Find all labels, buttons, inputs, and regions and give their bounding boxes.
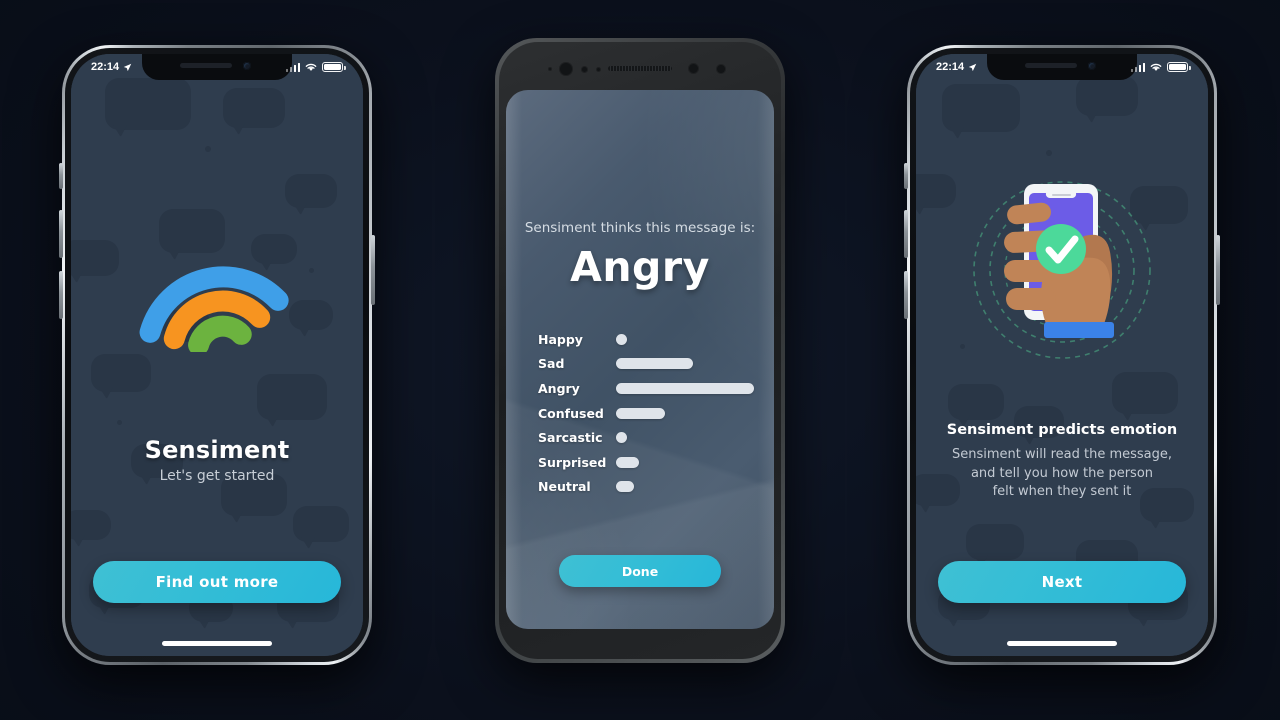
- location-arrow-icon: [968, 63, 977, 71]
- light-sensor-icon: [596, 67, 601, 72]
- status-bar-time: 22:14: [91, 61, 120, 73]
- onboarding-body-line-1: Sensiment will read the message,: [951, 447, 1173, 462]
- phone-left-screen: Sensiment Let's get started Find out mor…: [71, 54, 363, 656]
- phone-right-mute-switch[interactable]: [904, 163, 908, 189]
- front-camera-icon: [559, 62, 573, 76]
- proximity-sensor-icon: [548, 67, 552, 71]
- onboarding-body: Sensiment will read the message, and tel…: [938, 446, 1186, 502]
- phone-left-volume-down-button[interactable]: [59, 271, 63, 319]
- phone-right-volume-down-button[interactable]: [904, 271, 908, 319]
- emotion-score-bar: [616, 333, 627, 345]
- secondary-camera-icon: [688, 63, 699, 74]
- next-button[interactable]: Next: [938, 561, 1186, 603]
- emotion-score-bar: [616, 382, 754, 394]
- onboarding-title: Sensiment predicts emotion: [946, 422, 1178, 438]
- emotion-label: Neutral: [538, 479, 591, 495]
- phone-left-power-button[interactable]: [371, 235, 375, 305]
- screenshot-stage: Sensiment Let's get started Find out mor…: [0, 0, 1280, 720]
- app-onboarding-screen: Sensiment predicts emotion Sensiment wil…: [916, 54, 1208, 656]
- phone-center-sensor-bar: [495, 38, 785, 90]
- phone-left-iphone: Sensiment Let's get started Find out mor…: [59, 45, 375, 665]
- prediction-kicker-text: Sensiment thinks this message is:: [524, 220, 756, 236]
- onboarding-body-line-3: felt when they sent it: [992, 484, 1132, 499]
- sensiment-wifi-arcs-logo: [137, 232, 297, 356]
- emotion-row: Neutral: [538, 475, 754, 500]
- phone-right-status-bar: 22:14: [916, 54, 1208, 80]
- emotion-label: Surprised: [538, 454, 607, 470]
- brand-title: Sensiment: [144, 436, 290, 464]
- phone-right-power-button[interactable]: [1216, 235, 1220, 305]
- earpiece-speaker: [608, 66, 672, 71]
- emotion-row: Sad: [538, 352, 754, 377]
- wifi-icon: [1150, 63, 1162, 71]
- emotion-score-list: Happy Sad Angry Confused Sarcastic Surprised N…: [538, 327, 754, 499]
- phone-right-home-indicator[interactable]: [1007, 641, 1117, 646]
- battery-full-icon: [1167, 62, 1191, 72]
- phone-right-volume-up-button[interactable]: [904, 210, 908, 258]
- done-button[interactable]: Done: [559, 555, 721, 587]
- cellular-signal-icon: [285, 63, 300, 72]
- phone-center-android: Sensiment thinks this message is: Angry …: [495, 38, 785, 663]
- location-arrow-icon: [123, 63, 132, 71]
- find-out-more-button[interactable]: Find out more: [93, 561, 341, 603]
- phone-left-status-bar: 22:14: [71, 54, 363, 80]
- emotion-score-bar: [616, 481, 634, 493]
- emotion-label: Sad: [538, 356, 565, 372]
- phone-left-volume-up-button[interactable]: [59, 210, 63, 258]
- phone-center-screen: Sensiment thinks this message is: Angry …: [506, 90, 774, 629]
- emotion-row: Sarcastic: [538, 425, 754, 450]
- emotion-label: Happy: [538, 331, 583, 347]
- screen-edge-left-highlight: [506, 90, 522, 629]
- hand-holding-phone-with-checkmark-illustration: [962, 174, 1162, 374]
- iris-sensor-icon: [581, 66, 588, 73]
- status-bar-time: 22:14: [936, 61, 965, 73]
- phone-left-mute-switch[interactable]: [59, 163, 63, 189]
- cellular-signal-icon: [1130, 63, 1145, 72]
- predicted-emotion-label: Angry: [570, 243, 710, 291]
- emotion-label: Sarcastic: [538, 430, 603, 446]
- app-welcome-screen: Sensiment Let's get started Find out mor…: [71, 54, 363, 656]
- brand-tagline: Let's get started: [159, 468, 275, 484]
- emotion-row: Angry: [538, 376, 754, 401]
- battery-full-icon: [322, 62, 346, 72]
- emotion-row: Happy: [538, 327, 754, 352]
- phone-right-iphone: Sensiment predicts emotion Sensiment wil…: [904, 45, 1220, 665]
- phone-right-screen: Sensiment predicts emotion Sensiment wil…: [916, 54, 1208, 656]
- emotion-score-bar: [616, 432, 627, 444]
- screen-edge-right-highlight: [758, 90, 774, 629]
- wifi-icon: [305, 63, 317, 71]
- emotion-score-bar: [616, 407, 665, 419]
- led-indicator-icon: [716, 64, 726, 74]
- onboarding-body-line-2: and tell you how the person: [970, 465, 1154, 481]
- emotion-score-bar: [616, 456, 639, 468]
- emotion-row: Surprised: [538, 450, 754, 475]
- emotion-row: Confused: [538, 401, 754, 426]
- phone-left-home-indicator[interactable]: [162, 641, 272, 646]
- emotion-label: Confused: [538, 405, 604, 421]
- emotion-score-bar: [616, 358, 693, 370]
- emotion-label: Angry: [538, 380, 580, 396]
